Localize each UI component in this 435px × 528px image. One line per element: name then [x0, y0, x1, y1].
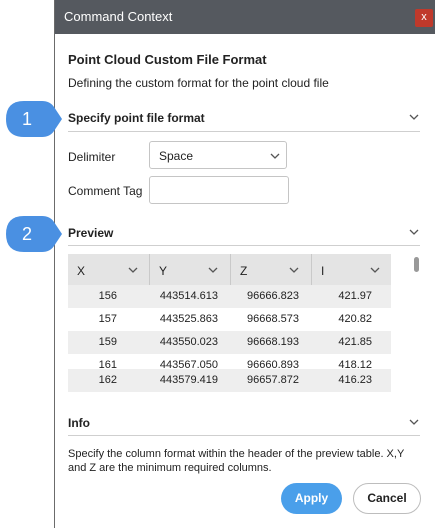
cell-x: 157: [98, 313, 117, 325]
callout-number: 1: [21, 109, 32, 129]
delimiter-value: Space: [159, 149, 194, 163]
chevron-down-icon[interactable]: [409, 228, 419, 236]
cell-z: 96657.872: [247, 374, 299, 386]
chevron-down-icon[interactable]: [409, 113, 419, 121]
section-header-format[interactable]: Specify point file format: [68, 111, 205, 125]
delimiter-label: Delimiter: [68, 150, 116, 164]
cell-y: 443525.863: [159, 313, 218, 325]
title-bar: Command Context x: [55, 0, 435, 34]
cell-z: 96666.823: [247, 290, 299, 302]
callout-number: 2: [21, 224, 32, 244]
page-subtitle: Defining the custom format for the point…: [68, 76, 329, 90]
chevron-down-icon[interactable]: [289, 266, 299, 274]
delimiter-select[interactable]: Space: [149, 141, 287, 169]
table-row: 162 443579.419 96657.872 416.23: [68, 369, 391, 392]
chevron-down-icon[interactable]: [409, 418, 419, 426]
info-text: Specify the column format within the hea…: [68, 448, 405, 474]
cell-i: 421.85: [338, 336, 372, 348]
column-header-x[interactable]: X: [68, 254, 150, 285]
column-label: I: [321, 264, 325, 278]
section-header-preview[interactable]: Preview: [68, 226, 113, 240]
window-title: Command Context: [64, 9, 173, 24]
cell-z: 96668.193: [247, 336, 299, 348]
cell-y: 443514.613: [159, 290, 218, 302]
callout-marker-1: 1: [4, 99, 64, 139]
chevron-down-icon[interactable]: [208, 266, 218, 274]
close-icon[interactable]: x: [415, 9, 433, 27]
chevron-down-icon: [270, 153, 280, 159]
callout-marker-2: 2: [4, 214, 64, 254]
cell-y: 443550.023: [159, 336, 218, 348]
cell-i: 420.82: [338, 313, 372, 325]
column-header-i[interactable]: I: [312, 254, 391, 285]
column-header-z[interactable]: Z: [231, 254, 312, 285]
column-label: Z: [240, 264, 248, 278]
backdrop: [0, 0, 54, 528]
divider: [68, 245, 420, 246]
scrollbar-thumb[interactable]: [414, 257, 419, 272]
column-label: Y: [159, 264, 168, 278]
cell-x: 159: [98, 336, 117, 348]
page-title: Point Cloud Custom File Format: [68, 52, 267, 67]
table-row: 156 443514.613 96666.823 421.97: [68, 285, 391, 308]
chevron-down-icon[interactable]: [370, 266, 380, 274]
cell-i: 421.97: [338, 290, 372, 302]
apply-button[interactable]: Apply: [281, 483, 342, 514]
cell-x: 156: [98, 290, 117, 302]
column-header-y[interactable]: Y: [150, 254, 231, 285]
section-header-info[interactable]: Info: [68, 416, 90, 430]
chevron-down-icon[interactable]: [128, 266, 138, 274]
preview-scrollbar[interactable]: [413, 254, 421, 392]
cell-i: 416.23: [338, 374, 372, 386]
cell-y: 443579.419: [159, 374, 218, 386]
comment-tag-input[interactable]: [149, 176, 289, 204]
table-row: 157 443525.863 96668.573 420.82: [68, 308, 391, 331]
comment-tag-label: Comment Tag: [68, 184, 143, 198]
cell-z: 96668.573: [247, 313, 299, 325]
preview-table: X Y Z I 156 443514.613 96666.823 421.97: [68, 254, 391, 392]
command-context-panel: Command Context x Point Cloud Custom Fil…: [54, 0, 435, 528]
divider: [68, 131, 420, 132]
column-label: X: [77, 264, 86, 278]
divider: [68, 435, 420, 436]
table-row: 159 443550.023 96668.193 421.85: [68, 331, 391, 354]
table-header: X Y Z I: [68, 254, 391, 285]
cancel-button[interactable]: Cancel: [353, 483, 421, 514]
cell-x: 162: [98, 374, 117, 386]
